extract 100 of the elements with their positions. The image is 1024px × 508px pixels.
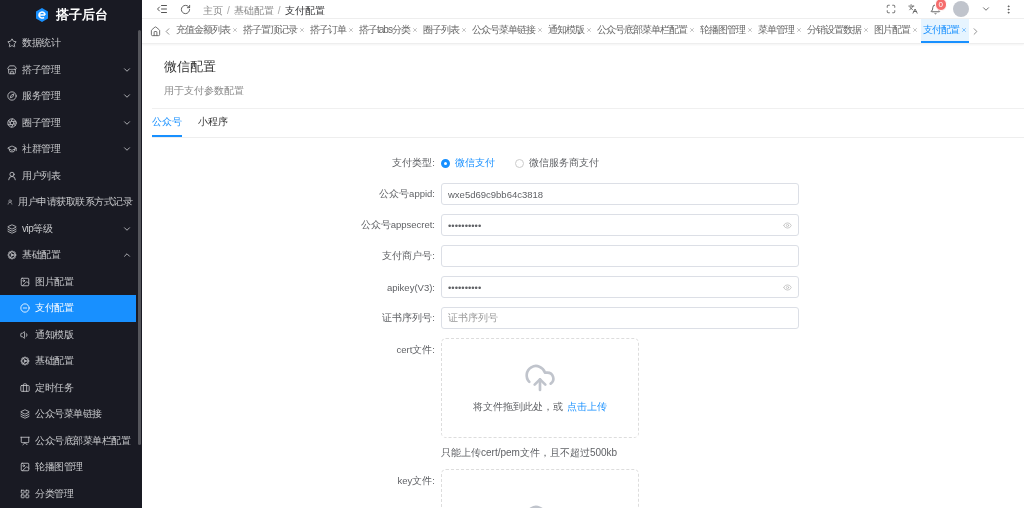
sidebar-item[interactable]: 定时任务 bbox=[0, 374, 136, 401]
page-tab[interactable]: 搭子置顶记录 bbox=[241, 19, 307, 43]
sidebar-item[interactable]: 通知模版 bbox=[0, 321, 136, 348]
page-title: 微信配置 bbox=[164, 58, 217, 76]
menu-icon bbox=[20, 409, 30, 420]
sidebar-item[interactable]: 圈子管理 bbox=[0, 109, 136, 136]
menu-icon bbox=[7, 38, 17, 49]
page-subtitle: 用于支付参数配置 bbox=[164, 84, 245, 98]
menu-icon bbox=[20, 488, 30, 499]
close-icon bbox=[536, 27, 543, 33]
close-icon bbox=[795, 27, 802, 33]
input-field[interactable]: •••••••••• bbox=[441, 276, 799, 298]
menu-icon bbox=[7, 170, 17, 181]
menu-icon bbox=[20, 382, 30, 393]
menu-icon bbox=[20, 435, 30, 446]
close-icon bbox=[688, 27, 695, 33]
sidebar-item[interactable]: 轮播图管理 bbox=[0, 454, 136, 481]
breadcrumb-item[interactable]: 支付配置 bbox=[284, 5, 325, 16]
sidebar-item[interactable]: 图片配置 bbox=[0, 268, 136, 295]
sidebar-item[interactable]: 社群管理 bbox=[0, 136, 136, 163]
sidebar-item[interactable]: 用户列表 bbox=[0, 162, 136, 189]
eye-icon bbox=[783, 220, 792, 230]
menu-icon bbox=[20, 356, 30, 367]
notification-badge: 0 bbox=[934, 0, 947, 11]
menu-icon bbox=[20, 303, 30, 314]
page-tab[interactable]: 分销设置数据 bbox=[804, 19, 871, 43]
menu-icon bbox=[7, 250, 17, 261]
sidebar-item[interactable]: 服务管理 bbox=[0, 83, 136, 110]
close-icon bbox=[911, 27, 918, 33]
sidebar-item[interactable]: 搭子管理 bbox=[0, 56, 136, 83]
input-field[interactable]: wxe5d69c9bb64c3818 bbox=[441, 183, 799, 205]
page-tab[interactable]: 通知模版 bbox=[545, 19, 594, 43]
page-tab[interactable]: 公众号菜单链接 bbox=[469, 19, 545, 43]
menu-icon bbox=[20, 329, 30, 340]
input-field[interactable] bbox=[441, 245, 799, 267]
close-icon bbox=[411, 27, 418, 33]
close-icon bbox=[299, 27, 305, 33]
upload-link[interactable]: 点击上传 bbox=[567, 401, 607, 412]
home-icon bbox=[150, 25, 161, 37]
radio-option[interactable]: 微信支付 bbox=[441, 156, 495, 170]
menu-icon bbox=[20, 462, 30, 473]
page-tab[interactable]: 公众号底部菜单栏配置 bbox=[594, 19, 697, 43]
page-tab[interactable]: 轮播图管理 bbox=[697, 19, 755, 43]
close-icon bbox=[348, 27, 354, 33]
field-label: 公众号appid: bbox=[378, 187, 435, 201]
brand-title: 搭子后台 bbox=[56, 6, 108, 24]
sidebar-item[interactable]: 数据统计 bbox=[0, 30, 136, 57]
page-tab[interactable]: 搭子订单 bbox=[308, 19, 356, 43]
menu-icon bbox=[7, 64, 17, 75]
sidebar-item[interactable]: 基础配置 bbox=[0, 348, 136, 375]
field-label: key文件: bbox=[396, 474, 435, 488]
breadcrumb-separator: / bbox=[227, 5, 230, 16]
field-label: 支付商户号: bbox=[381, 249, 435, 263]
bell-icon bbox=[930, 3, 941, 15]
logo-icon bbox=[34, 7, 50, 23]
scrollbar[interactable] bbox=[138, 30, 141, 445]
close-icon bbox=[460, 27, 467, 33]
refresh-icon bbox=[180, 3, 191, 15]
input-field[interactable]: •••••••••• bbox=[441, 214, 799, 236]
sidebar-item[interactable]: 分类管理 bbox=[0, 480, 136, 507]
fullscreen-icon bbox=[886, 4, 896, 14]
eye-icon bbox=[783, 282, 792, 292]
menu-icon bbox=[7, 144, 17, 155]
page-tab[interactable]: 搭子tabs分类 bbox=[357, 19, 420, 43]
menu-icon bbox=[7, 91, 17, 102]
menu-icon bbox=[20, 276, 30, 287]
close-icon bbox=[585, 27, 592, 33]
breadcrumb-separator: / bbox=[277, 5, 281, 16]
close-icon bbox=[232, 27, 238, 33]
page-tab[interactable]: 图片配置 bbox=[871, 19, 920, 43]
upload-text: 将文件拖到此处，或 点击上传 bbox=[473, 400, 607, 414]
sidebar-item[interactable]: 用户申请获取联系方式记录 bbox=[0, 189, 136, 216]
page-tab[interactable]: 菜单管理 bbox=[755, 19, 804, 43]
sidebar-item[interactable]: vip等级 bbox=[0, 215, 136, 242]
field-label: apikey(V3): bbox=[385, 281, 435, 293]
field-label: cert文件: bbox=[395, 343, 435, 357]
chevron-down-icon bbox=[981, 4, 991, 14]
field-label: 支付类型: bbox=[391, 156, 435, 170]
menu-icon bbox=[156, 3, 168, 15]
menu-icon bbox=[7, 223, 17, 234]
breadcrumb-item[interactable]: 基础配置 bbox=[233, 5, 274, 16]
upload-hint: 只能上传cert/pem文件，且不超过500kb bbox=[441, 446, 619, 460]
page-tab[interactable]: 充值金额列表 bbox=[174, 19, 240, 43]
sidebar-item[interactable]: 公众号菜单链接 bbox=[0, 401, 136, 428]
tab[interactable]: 小程序 bbox=[198, 109, 228, 137]
sidebar-item[interactable]: 基础配置 bbox=[0, 242, 136, 269]
sidebar-item[interactable]: 公众号底部菜单栏配置 bbox=[0, 427, 136, 454]
upload-dropzone[interactable]: 将文件拖到此处，或 点击上传 bbox=[441, 338, 639, 438]
cloud-upload-icon bbox=[524, 362, 556, 394]
avatar[interactable] bbox=[953, 1, 969, 17]
breadcrumb-item[interactable]: 主页 bbox=[203, 5, 223, 16]
radio-option[interactable]: 微信服务商支付 bbox=[515, 156, 599, 170]
field-label: 证书序列号: bbox=[381, 311, 435, 325]
field-label: 公众号appsecret: bbox=[359, 218, 435, 232]
close-icon bbox=[960, 27, 967, 33]
close-icon bbox=[746, 27, 753, 33]
tab[interactable]: 公众号 bbox=[152, 109, 182, 137]
page-tab[interactable]: 圈子列表 bbox=[420, 19, 469, 43]
menu-icon bbox=[7, 117, 17, 128]
close-icon bbox=[862, 27, 869, 33]
